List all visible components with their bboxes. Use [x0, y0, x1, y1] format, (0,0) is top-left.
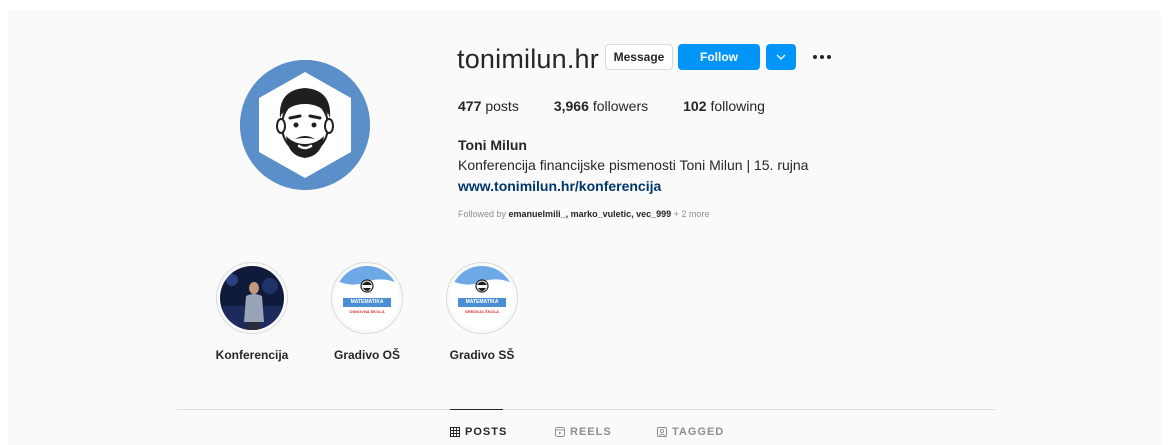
- tab-label: REELS: [570, 426, 612, 438]
- badge-title: MATEMATIKA: [465, 299, 499, 305]
- highlight-label: Gradivo OŠ: [333, 348, 401, 362]
- followed-by-more: + 2 more: [673, 209, 710, 219]
- highlight-cover: MATEMATIKA SREDNJA ŠKOLA: [446, 262, 518, 334]
- tab-label: POSTS: [465, 426, 508, 438]
- chevron-down-icon: [776, 54, 786, 60]
- avatar-cartoon-man-icon: [240, 60, 370, 190]
- followers-count: 3,966: [553, 98, 589, 114]
- highlight-konferencija[interactable]: Konferencija: [207, 262, 297, 362]
- followers-stat[interactable]: 3,966 followers: [554, 98, 648, 114]
- followed-by-prefix: Followed by: [458, 209, 507, 219]
- tab-posts[interactable]: POSTS: [450, 426, 507, 438]
- highlight-label: Konferencija: [215, 348, 289, 362]
- followed-by-text[interactable]: Followed by emanuelmili_, marko_vuletic,…: [458, 209, 709, 219]
- tab-tagged[interactable]: TAGGED: [657, 426, 724, 438]
- followers-label: followers: [592, 98, 649, 114]
- highlight-badge: MATEMATIKA OSNOVNA ŠKOLA: [335, 266, 399, 330]
- following-label: following: [710, 98, 765, 114]
- highlight-label: Gradivo SŠ: [449, 348, 515, 362]
- reels-icon: [555, 427, 565, 437]
- profile-website-link[interactable]: www.tonimilun.hr/konferencija: [458, 178, 661, 194]
- message-button[interactable]: Message: [605, 44, 673, 70]
- posts-count: 477: [458, 98, 482, 114]
- profile-bio: Konferencija financijske pismenosti Toni…: [458, 157, 809, 173]
- followed-by-names: emanuelmili_, marko_vuletic, vec_999: [508, 209, 672, 219]
- highlight-cover: [216, 262, 288, 334]
- badge-subtitle: OSNOVNA ŠKOLA: [349, 309, 385, 314]
- follow-options-button[interactable]: [766, 44, 796, 70]
- badge-subtitle: SREDNJA ŠKOLA: [464, 309, 500, 314]
- profile-avatar[interactable]: [240, 60, 370, 190]
- follow-button[interactable]: Follow: [678, 44, 760, 70]
- badge-title: MATEMATIKA: [350, 299, 384, 305]
- posts-label: posts: [485, 98, 519, 114]
- more-options-icon[interactable]: [810, 44, 834, 70]
- following-count: 102: [683, 98, 707, 114]
- tab-label: TAGGED: [672, 426, 725, 438]
- tagged-icon: [657, 427, 667, 437]
- highlight-cover: MATEMATIKA OSNOVNA ŠKOLA: [331, 262, 403, 334]
- following-stat[interactable]: 102 following: [683, 98, 765, 114]
- highlight-photo: [220, 266, 284, 330]
- tabs-divider: [177, 409, 995, 410]
- highlight-badge: MATEMATIKA SREDNJA ŠKOLA: [450, 266, 514, 330]
- tab-reels[interactable]: REELS: [555, 426, 612, 438]
- grid-icon: [450, 427, 460, 437]
- profile-page: tonimilun.hr Message Follow 477 posts 3,9…: [8, 10, 1161, 445]
- profile-username: tonimilun.hr: [457, 44, 599, 74]
- highlight-gradivo-ss[interactable]: MATEMATIKA SREDNJA ŠKOLA Gradivo SŠ: [437, 262, 527, 362]
- posts-stat: 477 posts: [458, 98, 519, 114]
- profile-full-name: Toni Milun: [458, 137, 527, 153]
- highlight-gradivo-os[interactable]: MATEMATIKA OSNOVNA ŠKOLA Gradivo OŠ: [322, 262, 412, 362]
- profile-stats: 477 posts 3,966 followers 102 following: [458, 98, 800, 114]
- active-tab-indicator: [450, 409, 503, 410]
